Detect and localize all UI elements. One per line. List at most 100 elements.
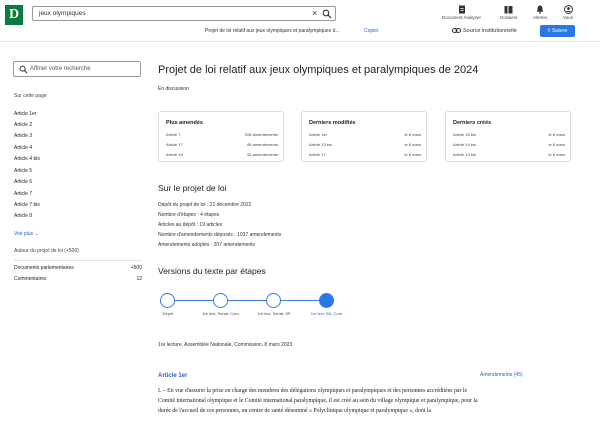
card-row[interactable]: Article 18 52 amendements (166, 152, 278, 157)
nav-label: Document Analyzer (442, 15, 482, 20)
amendments-link[interactable]: Amendements (45) (480, 372, 523, 378)
sidebar-item-article[interactable]: Article 5 (14, 168, 32, 174)
card-row[interactable]: Article 7 208 amendements (166, 132, 278, 137)
card-row-label: Article 1er (309, 132, 328, 137)
follow-label: Suivre (551, 28, 568, 34)
card-row-value: le 8 mars (548, 142, 565, 147)
sidebar-section-label: Sur cette page (14, 93, 47, 99)
card-row[interactable]: Article 14 bis le 8 mars (453, 142, 565, 147)
versions-heading: Versions du texte par étapes (158, 266, 266, 276)
search-bar[interactable]: jeux olympiques × (32, 6, 336, 21)
sidebar-item-article[interactable]: Article 7 (14, 191, 32, 197)
filter-input[interactable]: Affiner votre recherche (30, 66, 91, 72)
page-title: Projet de loi relatif aux jeux olympique… (158, 64, 479, 76)
nav-document-analyzer[interactable]: Document Analyzer (442, 5, 481, 20)
card-last-created: Derniers créés Article 18 bis le 8 mars A… (445, 111, 571, 162)
nav-vous[interactable]: Vous (563, 5, 573, 20)
nav-alertes[interactable]: Alertes (533, 5, 547, 20)
article-text: I. – En vue d'assurer la prise en charge… (158, 388, 478, 414)
card-row-value: 52 amendements (247, 152, 278, 157)
card-last-modified: Derniers modifiés Article 1er le 8 mars A… (301, 111, 427, 162)
card-row-value: le 8 mars (404, 132, 421, 137)
around-label: Autour du projet de loi (+500) (14, 248, 79, 254)
about-heading: Sur le projet de loi (158, 183, 227, 193)
nav-label: Alertes (533, 15, 548, 20)
sidebar-item-article[interactable]: Article 4 (14, 145, 32, 151)
timeline-step[interactable] (266, 293, 281, 308)
card-row-label: Article 7 (166, 132, 181, 137)
source-label: Source institutionnelle (463, 28, 517, 34)
sidebar-item-article[interactable]: Article 1er (14, 111, 37, 117)
about-line: Dépôt du projet de loi : 21 décembre 202… (158, 202, 252, 208)
version-timeline: Dépôt 1re lect. Sénat, Com. 1re lect. Sé… (158, 290, 498, 330)
nav-label: Dossiers (500, 15, 518, 20)
sidebar-item-article[interactable]: Article 3 (14, 133, 32, 139)
folder-icon (504, 6, 513, 14)
card-row[interactable]: Article 18 bis le 8 mars (453, 132, 565, 137)
card-row-value: le 8 mars (404, 152, 421, 157)
version-caption: 1re lecture, Assemblée Nationale, Commis… (158, 342, 293, 348)
related-label: Commentaires (14, 276, 47, 282)
status-text: En discussion (158, 86, 189, 92)
filter-search-field[interactable]: Affiner votre recherche (13, 61, 141, 77)
card-title: Plus amendés (166, 120, 203, 126)
card-row-value: le 8 mars (548, 152, 565, 157)
divider (14, 260, 142, 261)
search-input[interactable]: jeux olympiques (39, 10, 86, 17)
bell-icon (536, 5, 544, 14)
source-institutionnelle[interactable]: Source institutionnelle (452, 28, 517, 34)
sidebar-item-article[interactable]: Article 8 (14, 213, 32, 219)
card-row[interactable]: Article 13 bis le 8 mars (453, 152, 565, 157)
timeline-step-active[interactable] (319, 293, 334, 308)
related-count: 12 (136, 276, 142, 282)
card-title: Derniers modifiés (309, 120, 356, 126)
nav-dossiers[interactable]: Dossiers (500, 5, 518, 20)
link-icon (452, 28, 461, 34)
card-row[interactable]: Article 17 85 amendements (166, 142, 278, 147)
related-label: Documents parlementaires (14, 265, 74, 271)
timeline-step-label: 1re lect. Sénat, Com. (202, 311, 240, 316)
bell-outline-icon: ◊ (547, 28, 551, 34)
card-most-amended: Plus amendés Article 7 208 amendements Ar… (158, 111, 284, 162)
card-row-label: Article 18 bis (453, 132, 476, 137)
document-icon (458, 5, 465, 14)
clear-search-icon[interactable]: × (312, 8, 317, 18)
copy-link[interactable]: Copier (364, 28, 379, 34)
timeline-step-label: Dépôt (162, 311, 174, 316)
see-more-link[interactable]: Voir plus ⌄ (14, 231, 39, 237)
about-line: Amendements adoptés : 207 amendements (158, 242, 256, 248)
sidebar-item-article[interactable]: Article 6 (14, 179, 32, 185)
article-title[interactable]: Article 1er (158, 373, 187, 379)
nav-label: Vous (563, 15, 574, 20)
card-row-value: le 8 mars (404, 142, 421, 147)
card-row-label: Article 17 (166, 142, 183, 147)
timeline-step[interactable] (213, 293, 228, 308)
card-row[interactable]: Article 17 le 8 mars (309, 152, 421, 157)
see-more-label: Voir plus (14, 231, 34, 237)
card-row-label: Article 18 (166, 152, 183, 157)
card-row-label: Article 14 bis (453, 142, 476, 147)
sidebar-item-article[interactable]: Article 2 (14, 122, 32, 128)
logo[interactable]: D (5, 5, 23, 25)
subheader-title: Projet de loi relatif aux jeux olympique… (205, 28, 340, 34)
user-icon (563, 5, 573, 14)
timeline-line (168, 300, 323, 301)
timeline-step-label: 1re lect. AN, Com. (310, 311, 344, 316)
card-row[interactable]: Article 13 bis le 8 mars (309, 142, 421, 147)
card-title: Derniers créés (453, 120, 492, 126)
timeline-step[interactable] (160, 293, 175, 308)
card-row[interactable]: Article 1er le 8 mars (309, 132, 421, 137)
about-line: Articles au dépôt : 19 articles (158, 222, 223, 228)
card-row-value: 208 amendements (244, 132, 278, 137)
sidebar-item-article[interactable]: Article 4 bis (14, 156, 40, 162)
follow-button[interactable]: ◊ Suivre (540, 25, 575, 37)
related-documents-row[interactable]: Documents parlementaires +500 (14, 265, 142, 271)
sidebar-item-article[interactable]: Article 7 bis (14, 202, 40, 208)
card-row-label: Article 13 bis (309, 142, 332, 147)
chevron-down-icon: ⌄ (34, 231, 39, 237)
search-icon[interactable] (322, 9, 332, 19)
related-comments-row[interactable]: Commentaires 12 (14, 276, 142, 282)
card-row-value: 85 amendements (247, 142, 278, 147)
top-bar: D jeux olympiques × Document Analyzer Do… (0, 0, 600, 42)
about-line: Nombre d'étapes : 4 étapes (158, 212, 220, 218)
